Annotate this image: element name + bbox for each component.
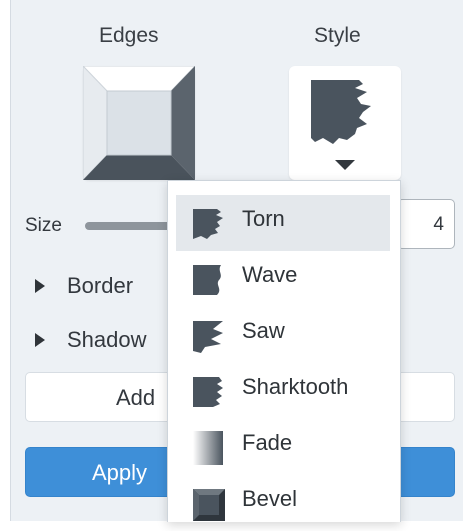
style-option-wave[interactable]: Wave [176, 251, 390, 307]
border-section-toggle[interactable]: Border [35, 272, 133, 299]
style-option-label: Saw [242, 318, 285, 343]
size-input[interactable]: 4 [397, 199, 455, 249]
torn-edge-icon [193, 209, 223, 239]
shadow-section-toggle[interactable]: Shadow [35, 326, 147, 353]
fade-edge-icon [193, 431, 223, 465]
size-label: Size [25, 215, 62, 236]
caret-right-icon [35, 333, 45, 348]
bevel-edges-icon [81, 64, 197, 182]
style-option-label: Sharktooth [242, 374, 349, 399]
style-heading: Style [314, 24, 361, 47]
style-option-sharktooth[interactable]: Sharktooth [176, 363, 390, 419]
add-button-label: Add [116, 385, 156, 410]
style-option-label: Fade [242, 430, 293, 455]
wave-edge-icon [193, 265, 221, 295]
torn-edge-icon [311, 80, 371, 170]
edges-selector[interactable] [81, 64, 197, 182]
style-selector[interactable] [289, 66, 401, 180]
apply-button-label: Apply [92, 460, 148, 485]
style-option-torn[interactable]: Torn [176, 195, 390, 251]
style-option-label: Wave [242, 262, 298, 287]
chevron-down-icon [335, 160, 355, 170]
border-label: Border [67, 273, 134, 299]
style-dropdown-menu: Torn Wave Saw Sharktooth Fade Bevel [167, 180, 401, 522]
saw-edge-icon [193, 321, 223, 353]
style-option-label: Torn [242, 206, 285, 231]
shadow-label: Shadow [67, 327, 147, 353]
sharktooth-edge-icon [193, 377, 223, 407]
edges-heading: Edges [99, 24, 159, 47]
style-option-fade[interactable]: Fade [176, 419, 390, 475]
bevel-edge-icon [193, 489, 225, 521]
style-option-saw[interactable]: Saw [176, 307, 390, 363]
caret-right-icon [35, 279, 45, 294]
style-option-label: Bevel [242, 486, 298, 511]
style-option-bevel[interactable]: Bevel [176, 475, 390, 531]
